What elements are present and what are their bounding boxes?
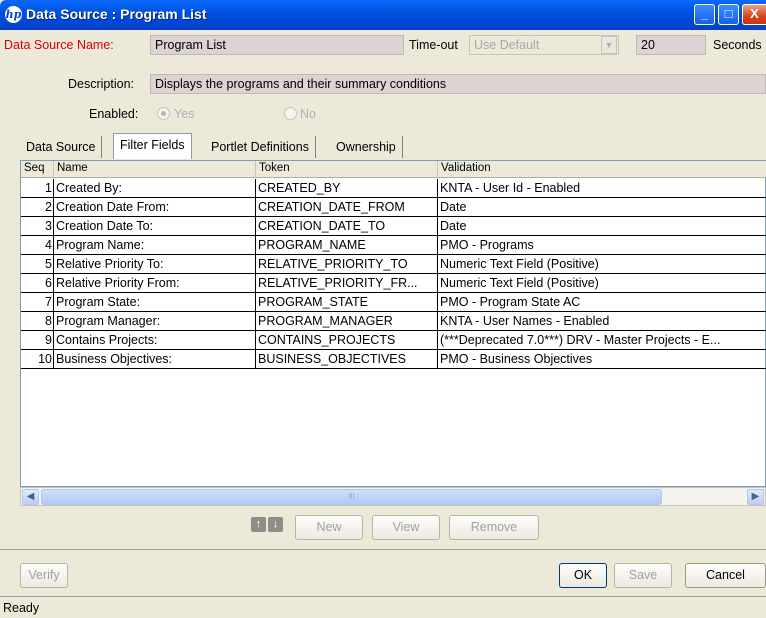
timeout-label: Time-out — [409, 38, 458, 52]
cell-validation: Date — [438, 198, 766, 217]
description-label: Description: — [68, 77, 134, 91]
tab-ownership[interactable]: Ownership — [330, 136, 403, 158]
scroll-right-icon[interactable]: ▶ — [747, 489, 764, 505]
cell-token: RELATIVE_PRIORITY_TO — [256, 255, 438, 274]
table-row[interactable]: 2 Creation Date From: CREATION_DATE_FROM Da… — [21, 198, 766, 217]
cell-validation: KNTA - User Names - Enabled — [438, 312, 766, 331]
move-down-icon[interactable]: ↓ — [268, 517, 283, 532]
cell-validation: Numeric Text Field (Positive) — [438, 274, 766, 293]
divider — [0, 549, 766, 550]
title-bar[interactable]: hp Data Source : Program List _ □ X — [0, 0, 766, 30]
cell-name: Created By: — [54, 179, 256, 198]
table-row[interactable]: 5 Relative Priority To: RELATIVE_PRIORITY_… — [21, 255, 766, 274]
save-button[interactable]: Save — [614, 563, 672, 588]
cell-seq: 5 — [21, 255, 54, 274]
scroll-left-icon[interactable]: ◀ — [22, 489, 39, 505]
data-source-window: hp Data Source : Program List _ □ X Data… — [0, 0, 766, 618]
cell-seq: 6 — [21, 274, 54, 293]
table-row[interactable]: 4 Program Name: PROGRAM_NAME PMO - Programs — [21, 236, 766, 255]
cell-seq: 9 — [21, 331, 54, 350]
horizontal-scrollbar[interactable]: ◀ III ▶ — [20, 487, 766, 506]
table-row[interactable]: 10 Business Objectives: BUSINESS_OBJECTIVE… — [21, 350, 766, 369]
cell-name: Program State: — [54, 293, 256, 312]
cell-validation: (***Deprecated 7.0***) DRV - Master Proj… — [438, 331, 766, 350]
table-header: Seq Name Token Validation — [21, 161, 766, 178]
window-title: Data Source : Program List — [26, 6, 207, 22]
cell-token: CREATION_DATE_TO — [256, 217, 438, 236]
cell-token: CREATED_BY — [256, 179, 438, 198]
tab-filter-fields[interactable]: Filter Fields — [113, 133, 192, 159]
cell-seq: 10 — [21, 350, 54, 369]
table-row[interactable]: 9 Contains Projects: CONTAINS_PROJECTS (***… — [21, 331, 766, 350]
cell-seq: 8 — [21, 312, 54, 331]
view-button[interactable]: View — [372, 515, 440, 540]
cell-validation: PMO - Program State AC — [438, 293, 766, 312]
column-header-token[interactable]: Token — [256, 161, 438, 178]
cell-token: PROGRAM_NAME — [256, 236, 438, 255]
cell-name: Program Manager: — [54, 312, 256, 331]
maximize-button[interactable]: □ — [718, 4, 739, 25]
close-button[interactable]: X — [742, 4, 766, 25]
cell-seq: 4 — [21, 236, 54, 255]
tab-portlet-definitions[interactable]: Portlet Definitions — [205, 136, 316, 158]
cell-validation: KNTA - User Id - Enabled — [438, 179, 766, 198]
enabled-no-label: No — [300, 107, 316, 121]
enabled-yes-radio[interactable] — [157, 107, 170, 120]
cell-name: Program Name: — [54, 236, 256, 255]
cell-validation: PMO - Programs — [438, 236, 766, 255]
cell-token: PROGRAM_STATE — [256, 293, 438, 312]
table-row[interactable]: 3 Creation Date To: CREATION_DATE_TO Date — [21, 217, 766, 236]
filter-fields-table[interactable]: Seq Name Token Validation 1 Created By: CR… — [20, 160, 766, 487]
hp-logo-icon: hp — [5, 6, 22, 23]
table-row[interactable]: 6 Relative Priority From: RELATIVE_PRIORIT… — [21, 274, 766, 293]
verify-button[interactable]: Verify — [20, 563, 68, 588]
column-header-seq[interactable]: Seq — [21, 161, 54, 178]
table-row[interactable]: 8 Program Manager: PROGRAM_MANAGER KNTA - U… — [21, 312, 766, 331]
cell-validation: Numeric Text Field (Positive) — [438, 255, 766, 274]
enabled-no-radio[interactable] — [284, 107, 297, 120]
cell-validation: PMO - Business Objectives — [438, 350, 766, 369]
cell-name: Contains Projects: — [54, 331, 256, 350]
cell-seq: 3 — [21, 217, 54, 236]
cell-token: BUSINESS_OBJECTIVES — [256, 350, 438, 369]
cell-name: Relative Priority To: — [54, 255, 256, 274]
timeout-value-field[interactable]: 20 — [636, 35, 706, 55]
cancel-button[interactable]: Cancel — [685, 563, 766, 588]
status-bar: Ready — [0, 596, 766, 618]
cell-validation: Date — [438, 217, 766, 236]
cell-token: CONTAINS_PROJECTS — [256, 331, 438, 350]
ok-button[interactable]: OK — [559, 563, 607, 588]
cell-name: Relative Priority From: — [54, 274, 256, 293]
minimize-button[interactable]: _ — [694, 4, 715, 25]
cell-token: CREATION_DATE_FROM — [256, 198, 438, 217]
table-row[interactable]: 1 Created By: CREATED_BY KNTA - User Id - E… — [21, 179, 766, 198]
cell-seq: 1 — [21, 179, 54, 198]
remove-button[interactable]: Remove — [449, 515, 539, 540]
move-up-icon[interactable]: ↑ — [251, 517, 266, 532]
cell-token: RELATIVE_PRIORITY_FR... — [256, 274, 438, 293]
cell-seq: 2 — [21, 198, 54, 217]
new-button[interactable]: New — [295, 515, 363, 540]
cell-token: PROGRAM_MANAGER — [256, 312, 438, 331]
cell-name: Business Objectives: — [54, 350, 256, 369]
description-field[interactable]: Displays the programs and their summary … — [150, 74, 766, 94]
cell-name: Creation Date To: — [54, 217, 256, 236]
table-row[interactable]: 7 Program State: PROGRAM_STATE PMO - Progra… — [21, 293, 766, 312]
timeout-unit-label: Seconds — [713, 38, 762, 52]
enabled-yes-label: Yes — [174, 107, 195, 121]
chevron-down-icon[interactable]: ▼ — [601, 36, 617, 54]
scrollbar-thumb[interactable]: III — [41, 489, 662, 505]
timeout-select[interactable]: Use Default — [469, 35, 619, 55]
column-header-validation[interactable]: Validation — [438, 161, 766, 178]
column-header-name[interactable]: Name — [54, 161, 256, 178]
tab-data-source[interactable]: Data Source — [20, 136, 103, 158]
cell-seq: 7 — [21, 293, 54, 312]
data-source-name-field[interactable]: Program List — [150, 35, 404, 55]
enabled-label: Enabled: — [89, 107, 139, 121]
data-source-name-label: Data Source Name: — [4, 38, 114, 52]
cell-name: Creation Date From: — [54, 198, 256, 217]
